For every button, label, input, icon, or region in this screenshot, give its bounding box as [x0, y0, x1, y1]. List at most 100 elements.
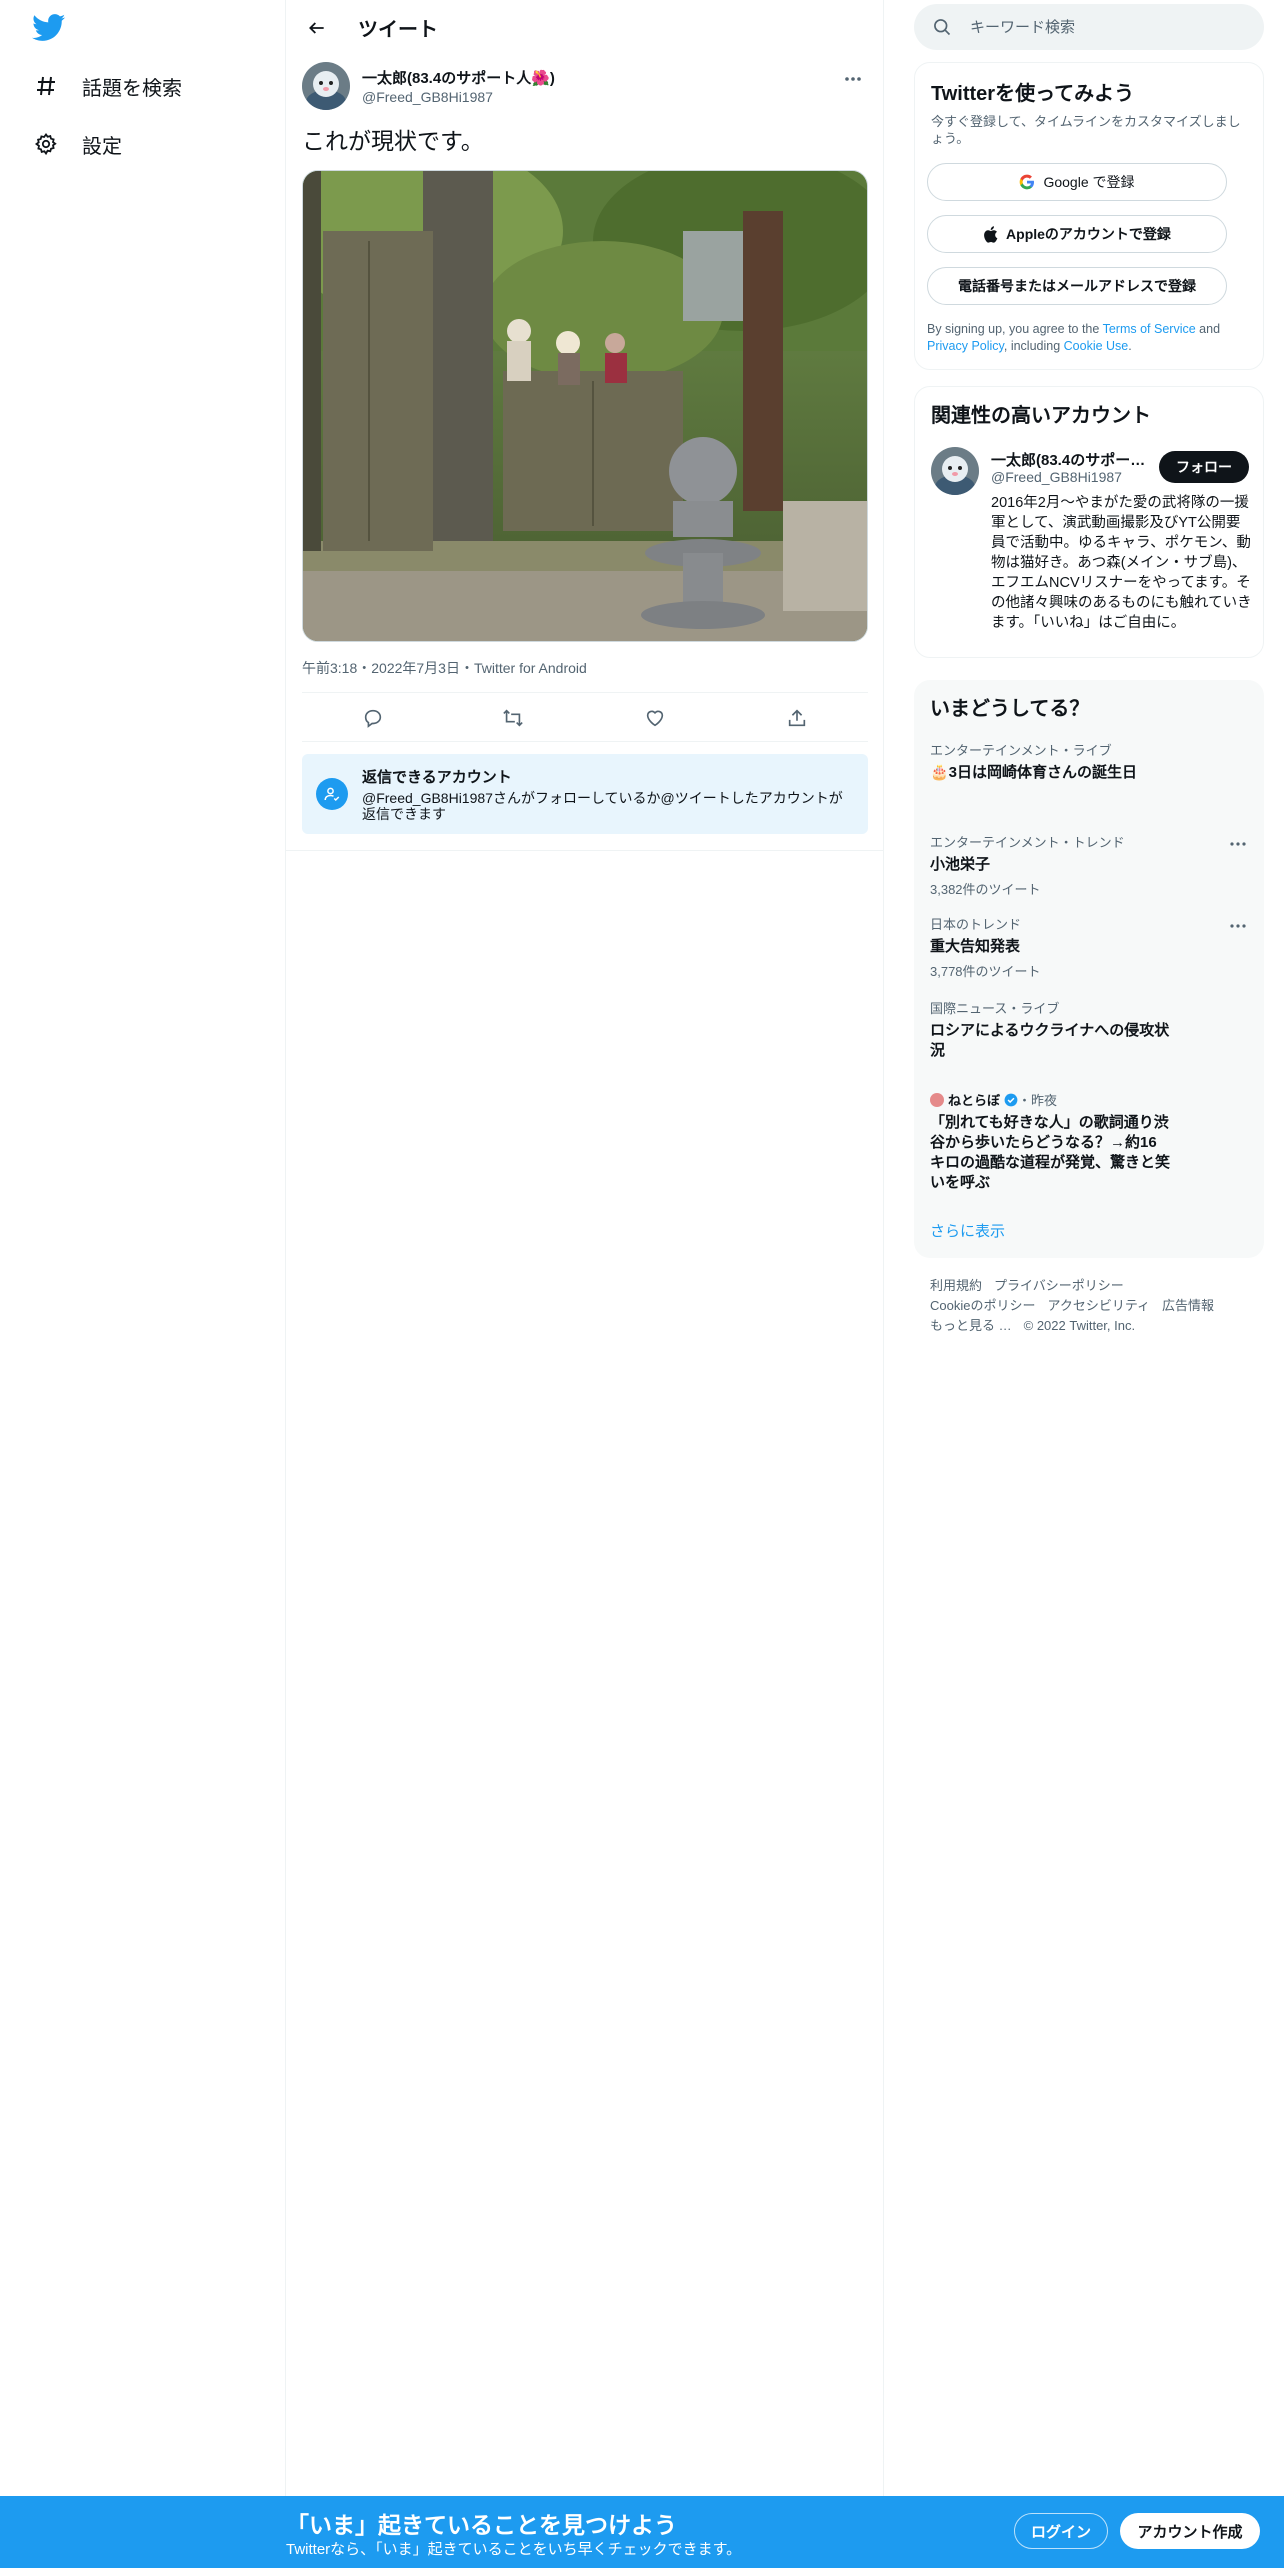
trend-count: 3,382件のツイート — [930, 882, 1041, 897]
related-account-bio: 2016年2月～やまがた愛の武将隊の一援軍として、演武動画撮影及びYT公開要員で… — [991, 495, 1252, 631]
privacy-policy-link[interactable]: Privacy Policy — [927, 339, 1004, 353]
avatar[interactable] — [931, 447, 979, 495]
tweet-actions — [302, 692, 868, 742]
news-time: ・昨夜 — [1018, 1093, 1058, 1108]
page-title: ツイート — [358, 19, 438, 41]
trend-more-button[interactable] — [1228, 916, 1248, 936]
footer: 利用規約 プライバシーポリシー Cookieのポリシー アクセシビリティ 広告情報 も… — [930, 1276, 1260, 1336]
trend-context: 日本のトレンド — [930, 917, 1022, 932]
search-input[interactable] — [970, 4, 1250, 50]
verified-badge-icon — [1004, 1093, 1018, 1107]
trend-name: 🎂3日は岡崎体育さんの誕生日 — [930, 764, 1138, 781]
trend-item[interactable]: 国際ニュース・ライブ ロシアによるウクライナへの侵攻状況 — [930, 998, 1170, 1061]
avatar[interactable] — [302, 62, 350, 110]
news-item[interactable]: ねとらぼ ・昨夜 「別れても好きな人」の歌詞通り渋谷から歩いたらどうなる？→約1… — [930, 1090, 1170, 1193]
show-more-link[interactable]: さらに表示 — [930, 1220, 1005, 1241]
trend-item[interactable]: エンターテインメント・トレンド 小池栄子 3,382件のツイート — [930, 832, 1250, 898]
page: 話題を検索 設定 ツイート 一太郎(83.4のサポート人🌺) @Freed_GB… — [0, 0, 1284, 2568]
reply-notice-title: 返信できるアカウント — [362, 769, 512, 786]
nav-explore[interactable]: 話題を検索 — [32, 66, 182, 106]
trend-context: エンターテインメント・トレンド — [930, 835, 1125, 850]
like-button[interactable] — [642, 705, 668, 731]
twitter-bird-icon[interactable] — [32, 14, 66, 44]
main-header: ツイート — [286, 0, 884, 54]
bottom-bar-title: 「いま」起きていることを見つけよう — [286, 2512, 677, 2538]
phone-email-signup-label: 電話番号またはメールアドレスで登録 — [958, 278, 1196, 294]
trends-card: いまどうしてる？ エンターテインメント・ライブ 🎂3日は岡崎体育さんの誕生日 エ… — [914, 680, 1264, 1258]
copyright: © 2022 Twitter, Inc. — [1023, 1318, 1136, 1333]
retweet-icon — [503, 709, 523, 727]
cookie-use-link[interactable]: Cookie Use — [1064, 339, 1129, 353]
tweet-timestamp[interactable]: 午前3:18・2022年7月3日・Twitter for Android — [302, 658, 587, 678]
google-signup-label: Google で登録 — [1043, 174, 1135, 190]
search-box[interactable] — [914, 4, 1264, 50]
trend-item[interactable]: エンターテインメント・ライブ 🎂3日は岡崎体育さんの誕生日 — [930, 740, 1250, 783]
terms-of-service-link[interactable]: Terms of Service — [1103, 322, 1196, 336]
main-column: ツイート 一太郎(83.4のサポート人🌺) @Freed_GB8Hi1987 こ… — [286, 0, 884, 2496]
footer-link[interactable]: Cookieのポリシー — [930, 1298, 1035, 1313]
news-source-name: ねとらぼ — [948, 1093, 1001, 1108]
trend-name: 重大告知発表 — [930, 938, 1021, 955]
more-horizontal-icon — [1230, 842, 1246, 846]
trend-item[interactable]: 日本のトレンド 重大告知発表 3,778件のツイート — [930, 914, 1250, 980]
create-account-button[interactable]: アカウント作成 — [1120, 2513, 1260, 2549]
author-handle[interactable]: @Freed_GB8Hi1987 — [362, 89, 493, 105]
google-signup-button[interactable]: Google で登録 — [927, 163, 1227, 201]
tweet-text: これが現状です。 — [302, 128, 484, 154]
more-horizontal-icon — [845, 77, 861, 81]
nav-explore-label: 話題を検索 — [82, 77, 182, 100]
news-source: ねとらぼ ・昨夜 — [930, 1090, 1170, 1109]
more-horizontal-icon — [1230, 924, 1246, 928]
gear-icon — [32, 130, 60, 158]
hashtag-icon — [32, 72, 60, 100]
signup-card: Twitterを使ってみよう 今すぐ登録して、タイムラインをカスタマイズしましょ… — [914, 62, 1264, 370]
search-icon — [932, 17, 952, 42]
footer-link[interactable]: 利用規約 — [930, 1278, 982, 1293]
login-button[interactable]: ログイン — [1014, 2513, 1108, 2549]
nav-settings-label: 設定 — [82, 135, 122, 158]
share-icon — [788, 709, 806, 727]
terms-text: By signing up, you agree to the — [927, 322, 1103, 336]
signup-subtitle: 今すぐ登録して、タイムラインをカスタマイズしましょう。 — [931, 114, 1241, 146]
back-button[interactable] — [300, 11, 334, 45]
related-accounts-card: 関連性の高いアカウント 一太郎(83.4のサポート人🌺) @Freed_GB8H… — [914, 386, 1264, 658]
footer-link[interactable]: プライバシーポリシー — [994, 1278, 1124, 1293]
left-navigation: 話題を検索 設定 — [0, 0, 286, 2496]
trend-context: エンターテインメント・ライブ — [930, 743, 1112, 758]
retweet-button[interactable] — [500, 705, 526, 731]
author-name[interactable]: 一太郎(83.4のサポート人🌺) — [362, 67, 555, 88]
apple-icon — [983, 225, 998, 243]
news-headline: 「別れても好きな人」の歌詞通り渋谷から歩いたらどうなる？→約16キロの過酷な道程… — [930, 1114, 1171, 1191]
related-account-name[interactable]: 一太郎(83.4のサポート人🌺) — [991, 449, 1151, 470]
tweet-photo[interactable] — [302, 170, 868, 642]
apple-signup-label: Appleのアカウントで登録 — [1006, 226, 1171, 242]
reply-button[interactable] — [360, 705, 386, 731]
related-title: 関連性の高いアカウント — [931, 405, 1151, 427]
footer-link[interactable]: 広告情報 — [1162, 1298, 1214, 1313]
bottom-bar-subtitle: Twitterなら、「いま」起きていることをいち早くチェックできます。 — [286, 2541, 742, 2558]
signup-terms: By signing up, you agree to the Terms of… — [927, 321, 1253, 355]
signup-title: Twitterを使ってみよう — [931, 83, 1135, 105]
trend-context: 国際ニュース・ライブ — [930, 1001, 1060, 1016]
heart-icon — [646, 710, 664, 727]
apple-signup-button[interactable]: Appleのアカウントで登録 — [927, 215, 1227, 253]
reply-icon — [364, 709, 382, 728]
nav-settings[interactable]: 設定 — [32, 124, 122, 164]
reply-restriction-notice: 返信できるアカウント @Freed_GB8Hi1987さんがフォローしているか@… — [302, 754, 868, 834]
terms-text-and: and — [1195, 322, 1221, 336]
share-button[interactable] — [784, 705, 810, 731]
bottom-signup-bar: 「いま」起きていることを見つけよう Twitterなら、「いま」起きていることを… — [0, 2496, 1284, 2568]
footer-link[interactable]: アクセシビリティ — [1047, 1298, 1150, 1313]
more-options-button[interactable] — [838, 64, 868, 94]
related-account-handle[interactable]: @Freed_GB8Hi1987 — [991, 469, 1122, 485]
trend-count: 3,778件のツイート — [930, 964, 1041, 979]
google-icon — [1019, 174, 1035, 190]
divider — [286, 850, 884, 851]
tweet-author: 一太郎(83.4のサポート人🌺) @Freed_GB8Hi1987 — [302, 62, 868, 112]
trend-more-button[interactable] — [1228, 834, 1248, 854]
follow-button[interactable]: フォロー — [1159, 451, 1249, 483]
terms-text-end: . — [1128, 339, 1132, 353]
trend-name: 小池栄子 — [930, 856, 991, 873]
phone-email-signup-button[interactable]: 電話番号またはメールアドレスで登録 — [927, 267, 1227, 305]
footer-link[interactable]: もっと見る … — [930, 1318, 1012, 1333]
